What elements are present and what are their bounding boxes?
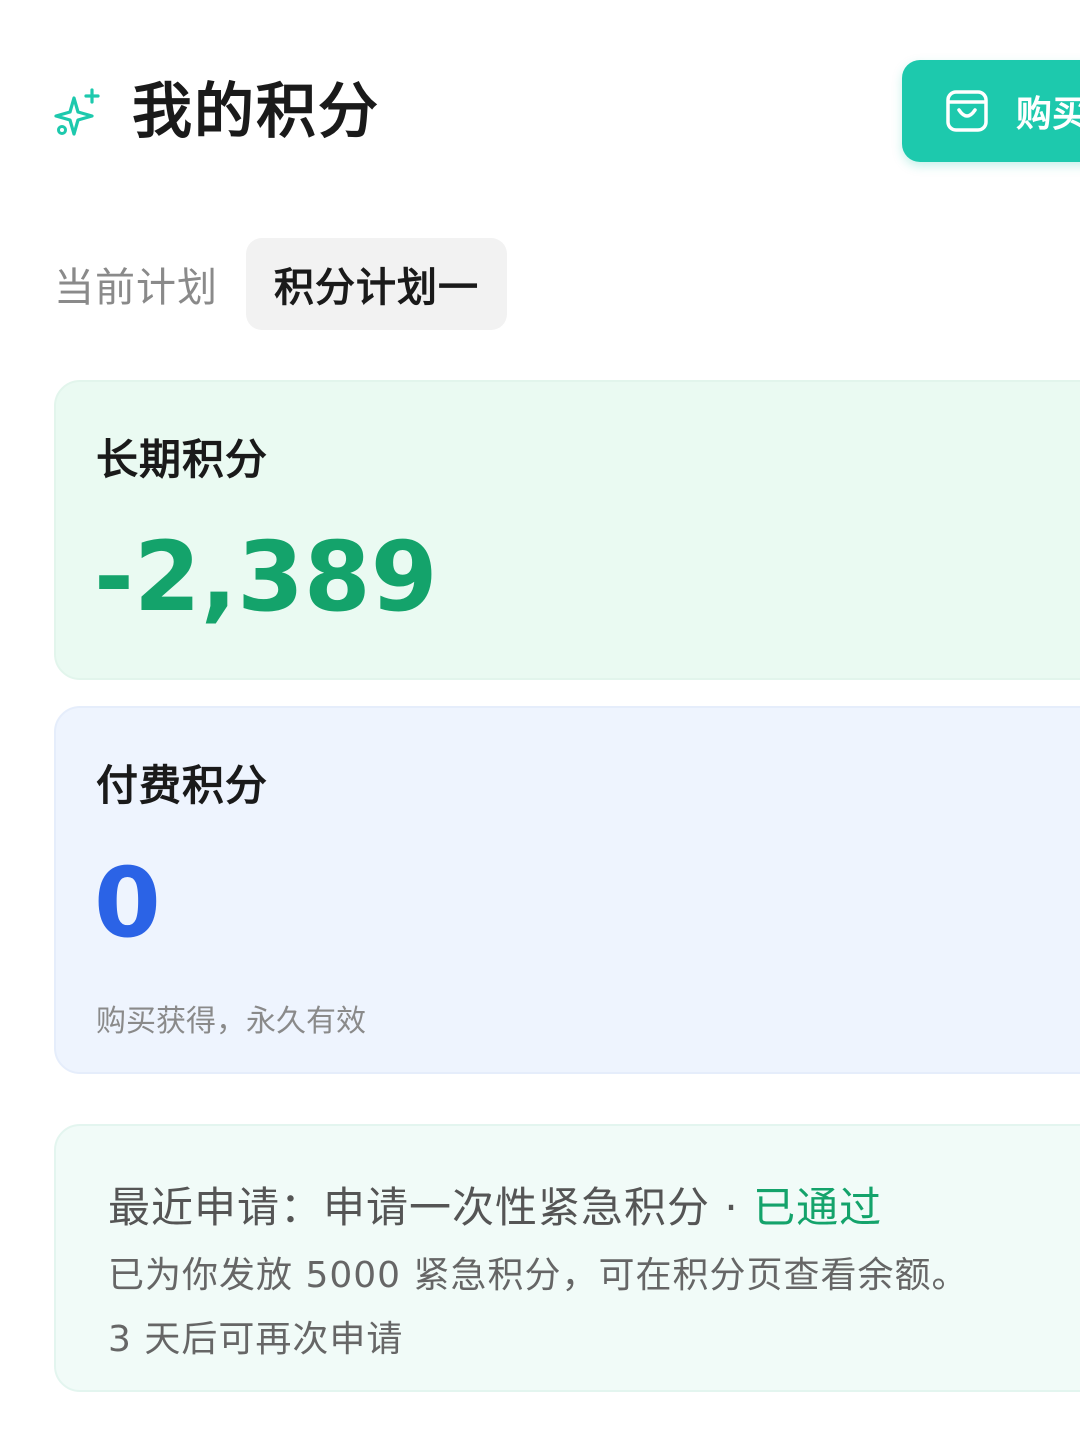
shopping-bag-icon	[946, 90, 988, 132]
long-term-points-card: 长期积分 -2,389	[54, 380, 1080, 680]
paid-points-note: 购买获得，永久有效	[96, 1004, 366, 1039]
request-cooldown: 3 天后可再次申请	[108, 1319, 404, 1360]
request-type: 申请一次性紧急积分	[323, 1183, 711, 1232]
request-detail: 已为你发放 5000 紧急积分，可在积分页查看余额。	[108, 1255, 969, 1296]
buy-points-button[interactable]: 购买	[902, 60, 1080, 162]
page-title: 我的积分	[132, 77, 380, 147]
plan-label: 当前计划	[54, 265, 218, 311]
points-page: 我的积分 购买 当前计划 积分计划一 长期积分 -2,389 付费积分 0 购买…	[0, 0, 1080, 1439]
plan-selector[interactable]: 积分计划一	[246, 238, 507, 330]
request-separator: ·	[710, 1183, 754, 1232]
paid-points-title: 付费积分	[96, 761, 269, 810]
recent-request-card: 最近申请：申请一次性紧急积分 · 已通过 已为你发放 5000 紧急积分，可在积…	[54, 1124, 1080, 1392]
sparkle-icon	[54, 88, 100, 136]
recent-request-summary: 最近申请：申请一次性紧急积分 · 已通过	[108, 1174, 882, 1235]
request-prefix: 最近申请：	[108, 1183, 324, 1232]
paid-points-value: 0	[94, 847, 161, 959]
long-term-points-value: -2,389	[94, 521, 438, 633]
header: 我的积分 购买	[54, 60, 1080, 164]
long-term-points-title: 长期积分	[96, 435, 269, 484]
paid-points-card: 付费积分 0 购买获得，永久有效	[54, 706, 1080, 1074]
request-status: 已通过	[753, 1183, 883, 1232]
buy-button-label: 购买	[1016, 94, 1080, 135]
plan-row: 当前计划 积分计划一	[54, 238, 507, 330]
